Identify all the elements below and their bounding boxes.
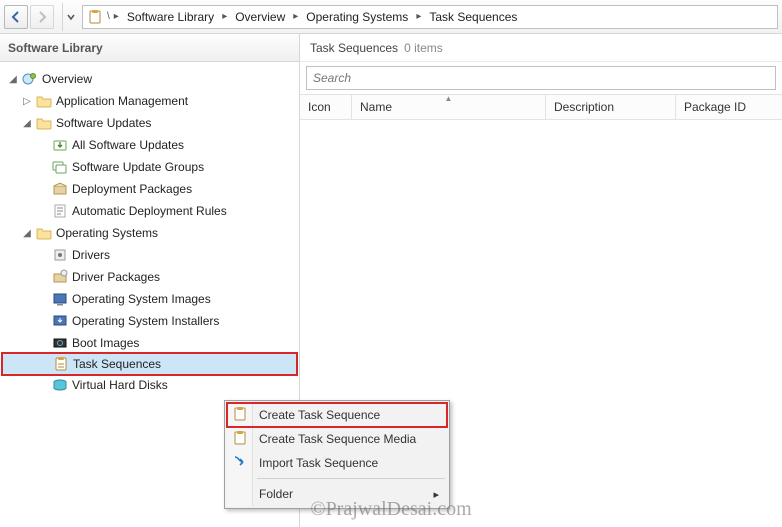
task-sequence-icon	[53, 356, 69, 372]
tree-label: Operating System Images	[72, 292, 211, 306]
breadcrumb-item[interactable]: Overview	[229, 10, 291, 24]
menu-import-task-sequence[interactable]: Import Task Sequence	[227, 451, 447, 475]
tree-label: Software Updates	[56, 116, 151, 130]
tree-node-swugroups[interactable]: Software Update Groups	[2, 156, 297, 178]
menu-label: Create Task Sequence Media	[259, 432, 416, 446]
breadcrumb-item[interactable]: Task Sequences	[423, 10, 523, 24]
breadcrumb-dropdown-toggle[interactable]	[62, 3, 78, 31]
tree-node-deploypkg[interactable]: Deployment Packages	[2, 178, 297, 200]
tree-node-vhd[interactable]: Virtual Hard Disks	[2, 374, 297, 396]
chevron-right-icon: ▸	[112, 11, 121, 22]
menu-folder[interactable]: Folder	[227, 482, 447, 506]
tree-label: Deployment Packages	[72, 182, 192, 196]
tree-node-osimages[interactable]: Operating System Images	[2, 288, 297, 310]
clipboard-icon	[87, 9, 103, 25]
tree-node-swupdates[interactable]: ◢ Software Updates	[2, 112, 297, 134]
update-icon	[52, 137, 68, 153]
search-input[interactable]	[307, 71, 775, 85]
driver-icon	[52, 247, 68, 263]
tree-node-overview[interactable]: ◢ Overview	[2, 68, 297, 90]
col-name[interactable]: Name	[352, 95, 546, 119]
item-count: 0 items	[404, 41, 443, 55]
menu-label: Create Task Sequence	[259, 408, 380, 422]
tree-node-os[interactable]: ◢ Operating Systems	[2, 222, 297, 244]
tree-label: Operating Systems	[56, 226, 158, 240]
tree-label: Application Management	[56, 94, 188, 108]
chevron-right-icon: ▸	[291, 11, 300, 22]
search-box[interactable]	[306, 66, 776, 90]
expander-icon[interactable]: ▷	[20, 96, 34, 107]
folder-icon	[36, 93, 52, 109]
folder-icon	[36, 115, 52, 131]
tree-label: Driver Packages	[72, 270, 160, 284]
toolbar: \ ▸ Software Library ▸ Overview ▸ Operat…	[0, 0, 782, 34]
tree-label: Operating System Installers	[72, 314, 219, 328]
tree-label: Automatic Deployment Rules	[72, 204, 227, 218]
tree-label: Task Sequences	[73, 357, 161, 371]
tree-label: Software Update Groups	[72, 160, 204, 174]
clipboard-icon	[232, 406, 248, 422]
boot-image-icon	[52, 335, 68, 351]
breadcrumb: \ ▸ Software Library ▸ Overview ▸ Operat…	[82, 5, 778, 29]
breadcrumb-item[interactable]: Operating Systems	[300, 10, 414, 24]
driver-package-icon	[52, 269, 68, 285]
content-header: Task Sequences 0 items	[300, 34, 782, 62]
menu-label: Import Task Sequence	[259, 456, 378, 470]
menu-separator	[257, 478, 445, 479]
overview-icon	[22, 71, 38, 87]
tree-label: Drivers	[72, 248, 110, 262]
expander-icon[interactable]: ◢	[6, 74, 20, 85]
folder-icon	[36, 225, 52, 241]
col-icon[interactable]: Icon	[300, 95, 352, 119]
context-menu: Create Task Sequence Create Task Sequenc…	[224, 400, 450, 509]
os-image-icon	[52, 291, 68, 307]
tree-node-autodeploy[interactable]: Automatic Deployment Rules	[2, 200, 297, 222]
update-group-icon	[52, 159, 68, 175]
tree-node-drivers[interactable]: Drivers	[2, 244, 297, 266]
breadcrumb-root-arrow[interactable]: \	[105, 11, 112, 22]
tree-node-osinstallers[interactable]: Operating System Installers	[2, 310, 297, 332]
tree-label: Overview	[42, 72, 92, 86]
package-icon	[52, 181, 68, 197]
rules-icon	[52, 203, 68, 219]
sidebar-title: Software Library	[0, 34, 299, 62]
import-icon	[232, 454, 248, 470]
chevron-right-icon: ▸	[220, 11, 229, 22]
col-package-id[interactable]: Package ID	[676, 95, 782, 119]
os-installer-icon	[52, 313, 68, 329]
expander-icon[interactable]: ◢	[20, 118, 34, 129]
tree-label: Boot Images	[72, 336, 139, 350]
chevron-right-icon: ▸	[414, 11, 423, 22]
col-description[interactable]: Description	[546, 95, 676, 119]
menu-label: Folder	[259, 487, 293, 501]
column-headers: Icon Name Description Package ID	[300, 94, 782, 120]
nav-tree: ◢ Overview ▷ Application Management ◢ So…	[0, 62, 299, 402]
tree-node-appmgmt[interactable]: ▷ Application Management	[2, 90, 297, 112]
menu-create-task-sequence-media[interactable]: Create Task Sequence Media	[227, 427, 447, 451]
expander-icon[interactable]: ◢	[20, 228, 34, 239]
vhd-icon	[52, 377, 68, 393]
tree-node-allswu[interactable]: All Software Updates	[2, 134, 297, 156]
back-button[interactable]	[4, 5, 28, 29]
menu-create-task-sequence[interactable]: Create Task Sequence	[227, 403, 447, 427]
tree-node-bootimg[interactable]: Boot Images	[2, 332, 297, 354]
forward-button[interactable]	[30, 5, 54, 29]
tree-node-taskseq[interactable]: Task Sequences	[2, 353, 297, 375]
clipboard-icon	[232, 430, 248, 446]
breadcrumb-item[interactable]: Software Library	[121, 10, 220, 24]
content-title: Task Sequences	[310, 41, 398, 55]
tree-node-driverpkg[interactable]: Driver Packages	[2, 266, 297, 288]
tree-label: All Software Updates	[72, 138, 184, 152]
tree-label: Virtual Hard Disks	[72, 378, 168, 392]
